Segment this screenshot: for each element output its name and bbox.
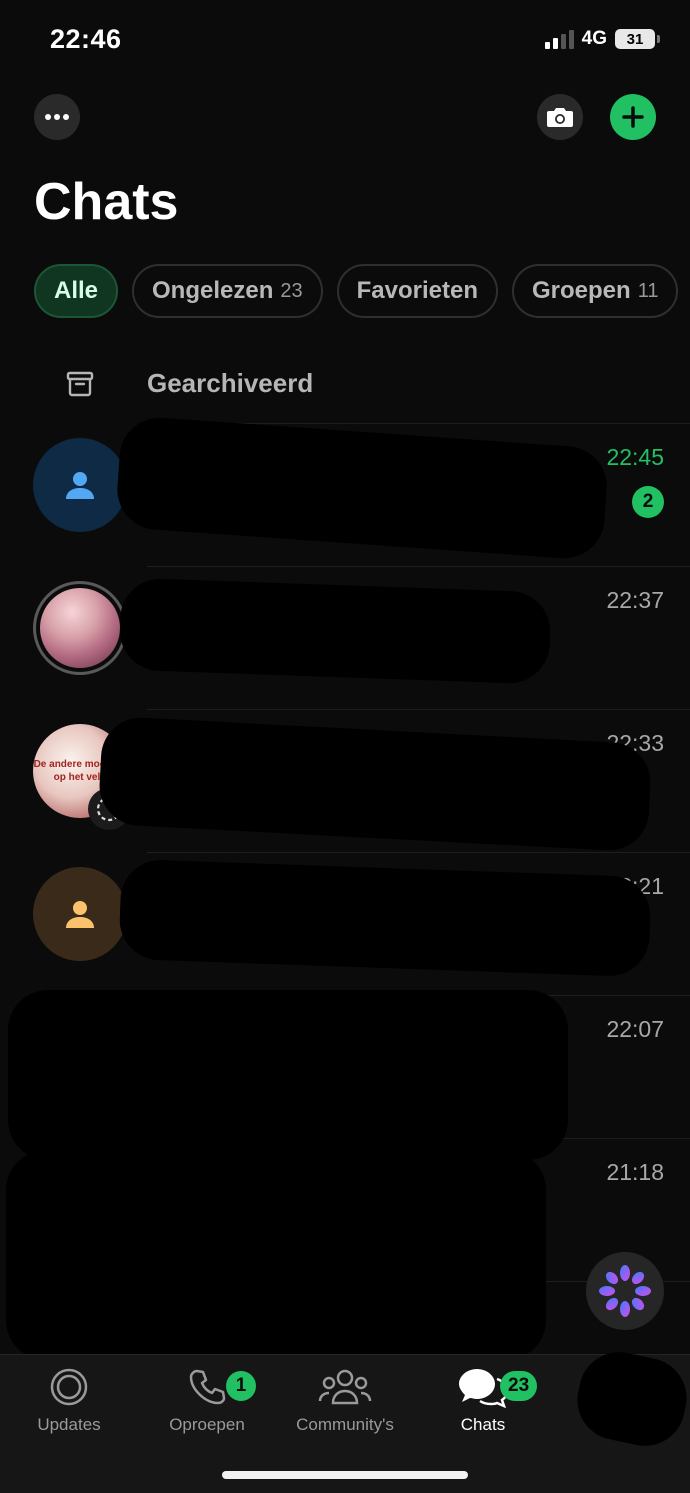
nav-updates[interactable]: Updates: [0, 1365, 138, 1435]
redaction: [6, 1150, 546, 1360]
nav-label: Updates: [37, 1415, 101, 1434]
chat-time: 21:18: [606, 1159, 664, 1185]
new-chat-button[interactable]: [610, 94, 656, 140]
status-time: 22:46: [50, 24, 122, 54]
person-icon: [66, 901, 94, 928]
chat-time: 22:45: [606, 444, 664, 470]
more-icon: [45, 114, 69, 120]
avatar: [33, 867, 127, 961]
archive-icon: [66, 371, 94, 397]
avatar: [33, 438, 127, 532]
chat-time: 22:37: [606, 587, 664, 613]
signal-icon: [544, 29, 574, 49]
phone-icon: [189, 1369, 226, 1405]
calls-badge: 1: [226, 1371, 256, 1401]
more-options-button[interactable]: [34, 94, 80, 140]
chat-time: 22:07: [606, 1016, 664, 1042]
unread-badge: 2: [632, 486, 664, 518]
redaction: [118, 858, 652, 978]
nav-calls[interactable]: Oproepen 1: [138, 1365, 276, 1435]
battery-icon: 31: [615, 29, 660, 49]
updates-icon: [50, 1368, 88, 1406]
nav-chats[interactable]: Chats 23: [414, 1365, 552, 1435]
page-title: Chats: [34, 173, 179, 231]
archived-row[interactable]: Gearchiveerd: [0, 340, 690, 424]
filter-label: Favorieten: [356, 277, 478, 304]
battery-level: 31: [615, 29, 655, 49]
filter-chips: Alle Ongelezen 23 Favorieten Groepen 11: [34, 264, 679, 318]
avatar: [33, 581, 127, 675]
redaction: [118, 577, 552, 685]
redaction: [570, 1344, 690, 1454]
camera-button[interactable]: [537, 94, 583, 140]
home-indicator: [222, 1471, 468, 1479]
nav-label: Chats: [460, 1415, 506, 1434]
plus-icon: [622, 106, 644, 128]
nav-label: Oproepen: [169, 1415, 245, 1434]
filter-label: Alle: [54, 277, 99, 304]
communities-icon: [318, 1369, 372, 1405]
status-bar: 22:46 4G 31: [0, 0, 690, 84]
filter-favorites[interactable]: Favorieten: [336, 264, 498, 318]
camera-icon: [547, 108, 573, 127]
filter-label: Ongelezen: [152, 277, 274, 304]
meta-ai-icon: [599, 1265, 651, 1317]
filter-count: 11: [637, 279, 659, 302]
nav-communities[interactable]: Community's: [276, 1365, 414, 1435]
filter-count: 23: [280, 279, 303, 302]
archived-label: Gearchiveerd: [147, 368, 314, 398]
nav-label: Community's: [296, 1415, 394, 1434]
status-indicators: 4G 31: [544, 28, 660, 50]
filter-groups[interactable]: Groepen 11: [512, 264, 679, 318]
filter-label: Groepen: [532, 277, 631, 304]
network-type: 4G: [581, 28, 607, 49]
meta-ai-button[interactable]: [586, 1252, 664, 1330]
filter-unread[interactable]: Ongelezen 23: [132, 264, 323, 318]
filter-all[interactable]: Alle: [34, 264, 119, 318]
redaction: [8, 990, 568, 1160]
chats-badge: 23: [500, 1371, 538, 1401]
person-icon: [66, 472, 94, 499]
